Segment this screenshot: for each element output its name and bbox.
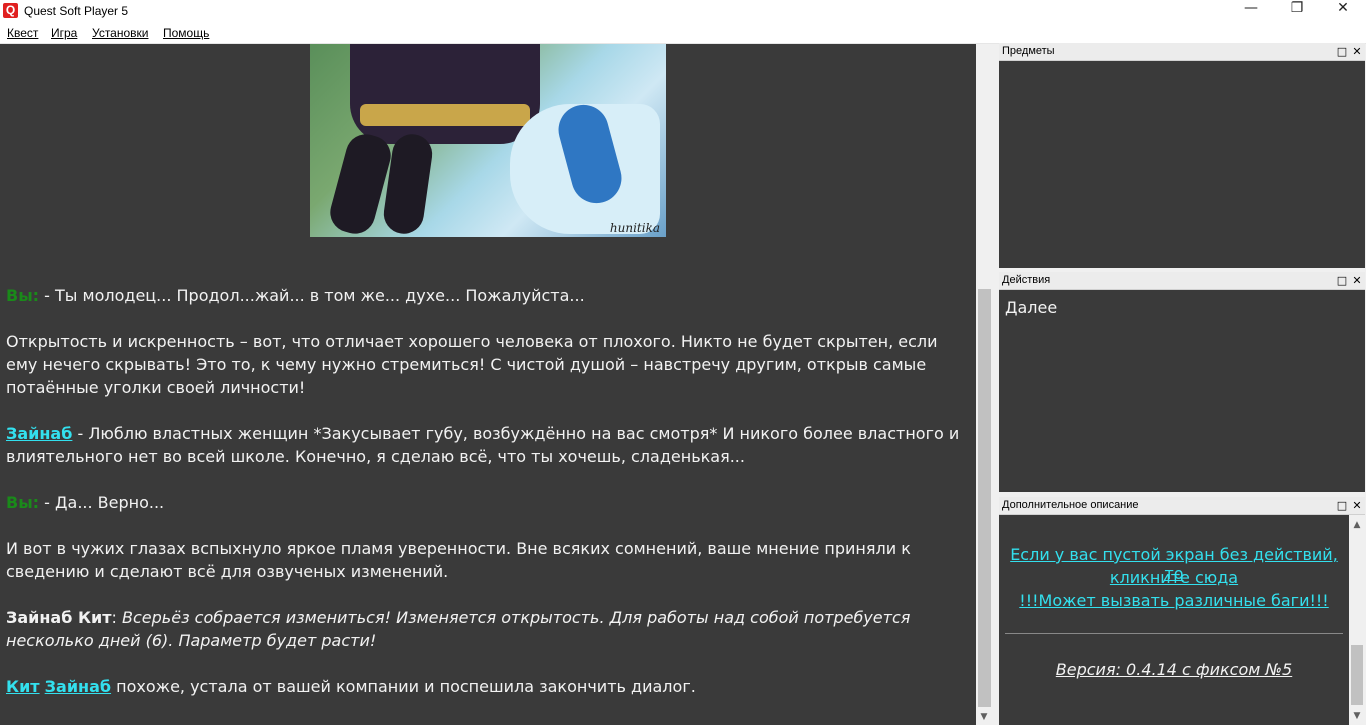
- menu-bar: Квест Игра Установки Помощь: [0, 23, 1366, 44]
- story-scrollbar[interactable]: ▼: [976, 44, 993, 725]
- close-icon[interactable]: ✕: [1350, 43, 1364, 60]
- image-signature: hunitika: [609, 221, 660, 235]
- scroll-up-icon[interactable]: ▲: [1349, 517, 1365, 533]
- character-link-zainab[interactable]: Зайнаб: [45, 677, 111, 696]
- actions-panel: Действия □ ✕ Далее: [999, 272, 1365, 492]
- description-panel: Дополнительное описание □ ✕ Если у вас п…: [999, 497, 1365, 725]
- close-icon[interactable]: ✕: [1350, 272, 1364, 289]
- dialogue-text: - Люблю властных женщин *Закусывает губу…: [6, 424, 960, 466]
- menu-settings[interactable]: Установки: [92, 26, 148, 40]
- close-icon[interactable]: ✕: [1350, 497, 1364, 514]
- maximize-icon[interactable]: □: [1335, 497, 1349, 514]
- dialogue-text: похоже, устала от вашей компании и поспе…: [111, 677, 696, 696]
- version-text: Версия: 0.4.14 с фиксом №5: [1055, 660, 1293, 679]
- status-text: Всерьёз собрается измениться! Изменяется…: [6, 608, 911, 650]
- restore-button[interactable]: ❐: [1274, 0, 1320, 23]
- click-here-link[interactable]: кликните сюда: [999, 568, 1349, 587]
- scrollbar-thumb[interactable]: [978, 289, 991, 707]
- story-paragraph: И вот в чужих глазах вспыхнуло яркое пла…: [6, 539, 911, 581]
- story-panel: hunitika Вы: - Ты молодец... Продол...жа…: [0, 44, 976, 725]
- items-panel: Предметы □ ✕: [999, 43, 1365, 268]
- maximize-icon[interactable]: □: [1335, 43, 1349, 60]
- scroll-down-icon[interactable]: ▼: [1349, 708, 1365, 724]
- dialogue-text: - Да... Верно...: [39, 493, 165, 512]
- description-panel-header: Дополнительное описание □ ✕: [999, 497, 1365, 515]
- story-line: Вы: - Ты молодец... Продол...жай... в то…: [6, 284, 966, 307]
- bug-warning-link[interactable]: !!!Может вызвать различные баги!!!: [999, 591, 1349, 610]
- story-line: Зайнаб - Люблю властных женщин *Закусыва…: [6, 422, 966, 468]
- speaker-you: Вы:: [6, 286, 40, 305]
- description-scrollbar[interactable]: ▲ ▼: [1349, 515, 1365, 725]
- dialogue-text: - Ты молодец... Продол...жай... в том же…: [39, 286, 585, 305]
- close-button[interactable]: ✕: [1320, 0, 1366, 23]
- scroll-down-icon[interactable]: ▼: [976, 709, 992, 725]
- story-line: Кит Зайнаб похоже, устала от вашей компа…: [6, 675, 966, 698]
- menu-game[interactable]: Игра: [51, 26, 77, 40]
- scene-image: hunitika: [310, 44, 666, 237]
- maximize-icon[interactable]: □: [1335, 272, 1349, 289]
- actions-list: Далее: [999, 290, 1365, 492]
- description-panel-title: Дополнительное описание: [1002, 499, 1139, 511]
- status-colon: :: [111, 608, 123, 627]
- character-link-zainab[interactable]: Зайнаб: [6, 424, 72, 443]
- story-paragraph: Открытость и искренность – вот, что отли…: [6, 332, 938, 397]
- menu-quest[interactable]: Квест: [7, 26, 38, 40]
- action-next[interactable]: Далее: [1005, 298, 1057, 317]
- actions-panel-title: Действия: [1002, 274, 1051, 286]
- image-belt: [360, 104, 530, 126]
- actions-panel-header: Действия □ ✕: [999, 272, 1365, 290]
- items-list: [999, 61, 1365, 268]
- app-logo-icon: Q: [3, 3, 18, 18]
- title-bar: Q Quest Soft Player 5 — ❐ ✕: [0, 0, 1366, 23]
- status-subject: Зайнаб Кит: [6, 608, 112, 627]
- story-line: Вы: - Да... Верно...: [6, 491, 966, 514]
- description-content: Если у вас пустой экран без действий, то…: [999, 515, 1349, 725]
- image-figure: [350, 44, 540, 144]
- minimize-button[interactable]: —: [1228, 0, 1274, 23]
- window-title: Quest Soft Player 5: [24, 4, 129, 18]
- character-link-kit[interactable]: Кит: [6, 677, 40, 696]
- items-panel-title: Предметы: [1002, 45, 1055, 57]
- items-panel-header: Предметы □ ✕: [999, 43, 1365, 61]
- scrollbar-thumb[interactable]: [1351, 645, 1363, 705]
- divider: [1005, 633, 1343, 634]
- speaker-you: Вы:: [6, 493, 40, 512]
- status-message: Зайнаб Кит: Всерьёз собрается измениться…: [6, 606, 966, 652]
- menu-help[interactable]: Помощь: [163, 26, 209, 40]
